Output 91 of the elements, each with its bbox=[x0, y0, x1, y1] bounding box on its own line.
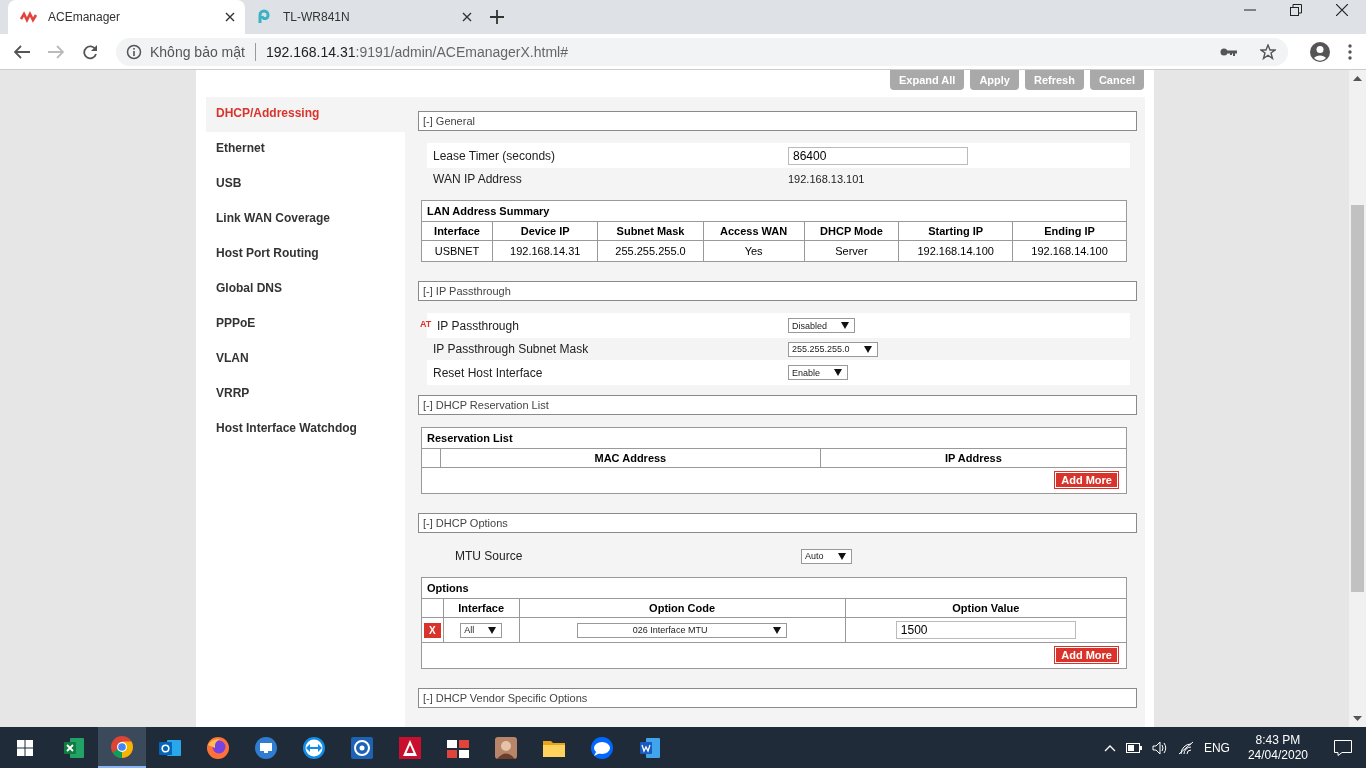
scroll-down-icon[interactable] bbox=[1353, 716, 1362, 721]
table-cell: 192.168.14.100 bbox=[898, 240, 1013, 262]
field-label: Reset Host Interface bbox=[433, 365, 543, 380]
field-label: MTU Source bbox=[455, 549, 523, 563]
mode-label: AT bbox=[420, 318, 433, 329]
caret-icon bbox=[837, 552, 846, 560]
column-header: DHCP Mode bbox=[804, 221, 899, 241]
chevron-up-icon[interactable] bbox=[1103, 743, 1116, 752]
security-label[interactable]: Không bảo mật bbox=[150, 43, 245, 60]
clock-time[interactable]: 8:43 PM bbox=[1255, 732, 1301, 748]
table-cell: Server bbox=[804, 240, 899, 262]
info-icon[interactable] bbox=[126, 43, 142, 60]
column-header: Option Code bbox=[519, 598, 846, 618]
table-cell: 255.255.255.0 bbox=[597, 240, 704, 262]
browser-tab[interactable]: ACEmanager bbox=[8, 0, 245, 34]
clock-date[interactable]: 24/04/2020 bbox=[1247, 747, 1308, 763]
browser-icon bbox=[110, 734, 134, 759]
caret-icon bbox=[863, 345, 872, 353]
arrows-icon bbox=[302, 735, 326, 760]
field-value: 192.168.13.101 bbox=[788, 173, 865, 185]
globe-icon bbox=[206, 735, 230, 760]
text-field[interactable]: 1500 bbox=[895, 621, 1076, 639]
column-header: Access WAN bbox=[703, 221, 805, 241]
section-header[interactable]: [-] IP Passthrough bbox=[418, 281, 1137, 301]
avatar-icon bbox=[494, 735, 518, 760]
windows-start-icon[interactable] bbox=[17, 739, 33, 756]
column-header: Starting IP bbox=[898, 221, 1013, 241]
star-icon[interactable] bbox=[1260, 43, 1276, 60]
add-more-button[interactable]: Add More bbox=[1055, 472, 1118, 488]
add-more-button[interactable]: Add More bbox=[1055, 647, 1118, 663]
table-title: Reservation List bbox=[421, 427, 1127, 449]
section-header[interactable]: [-] General bbox=[418, 111, 1137, 131]
sidebar-item[interactable]: DHCP/Addressing bbox=[206, 97, 405, 132]
back-icon[interactable] bbox=[14, 44, 30, 59]
close-icon[interactable] bbox=[1336, 4, 1348, 16]
table-cell: 192.168.14.100 bbox=[1012, 240, 1127, 262]
url-text[interactable]: 192.168.14.31:9191/admin/ACEmanagerX.html# bbox=[265, 43, 568, 60]
text-field[interactable]: 86400 bbox=[788, 146, 968, 165]
delete-button[interactable]: X bbox=[424, 622, 441, 638]
scroll-up-icon[interactable] bbox=[1353, 76, 1362, 81]
menu-icon[interactable] bbox=[1348, 43, 1352, 60]
volume-icon[interactable] bbox=[1151, 740, 1168, 755]
table-cell: Yes bbox=[703, 240, 805, 262]
column-header: Device IP bbox=[492, 221, 598, 241]
battery-icon[interactable] bbox=[1125, 742, 1142, 753]
close-icon[interactable] bbox=[225, 12, 235, 22]
field-label: IP Passthrough bbox=[437, 318, 519, 333]
column-header: Interface bbox=[421, 221, 493, 241]
close-icon[interactable] bbox=[462, 12, 472, 22]
section-header[interactable]: [-] DHCP Vendor Specific Options bbox=[418, 688, 1137, 708]
column-header: Ending IP bbox=[1012, 221, 1127, 241]
table-title: Options bbox=[421, 577, 1127, 599]
column-header: Interface bbox=[443, 598, 520, 618]
caret-icon bbox=[488, 626, 497, 634]
document-icon bbox=[638, 735, 662, 760]
reload-icon[interactable] bbox=[82, 43, 98, 60]
scrollbar-thumb[interactable] bbox=[1351, 205, 1364, 592]
app-icon bbox=[350, 735, 374, 760]
key-icon[interactable] bbox=[1220, 46, 1238, 57]
table-cell: USBNET bbox=[421, 240, 493, 262]
caret-icon bbox=[841, 322, 850, 329]
column-header: MAC Address bbox=[440, 448, 821, 468]
field-label: Lease Timer (seconds) bbox=[433, 148, 556, 163]
browser-tab[interactable]: TL-WR841N bbox=[245, 0, 482, 34]
dropdown[interactable]: Enable bbox=[788, 365, 849, 380]
caret-icon bbox=[834, 369, 843, 376]
language-indicator[interactable]: ENG bbox=[1203, 740, 1230, 755]
caret-icon bbox=[773, 626, 782, 634]
chat-icon bbox=[590, 735, 614, 760]
field-label: WAN IP Address bbox=[433, 172, 522, 186]
dropdown[interactable]: 255.255.255.0 bbox=[788, 341, 878, 357]
table-title: LAN Address Summary bbox=[421, 200, 1127, 222]
account-icon[interactable] bbox=[1310, 41, 1330, 62]
restore-icon[interactable] bbox=[1290, 4, 1302, 16]
column-header: IP Address bbox=[820, 448, 1127, 468]
dropdown[interactable]: Auto bbox=[801, 548, 852, 564]
column-header: Option Value bbox=[845, 598, 1127, 618]
wave-icon bbox=[20, 11, 38, 23]
dropdown[interactable]: 026 Interface MTU bbox=[577, 622, 788, 638]
spreadsheet-icon bbox=[62, 735, 86, 760]
table-cell: 192.168.14.31 bbox=[492, 240, 598, 262]
column-header: Subnet Mask bbox=[597, 221, 704, 241]
section-header[interactable]: [-] DHCP Options bbox=[418, 513, 1137, 533]
monitor-icon bbox=[254, 735, 278, 760]
plus-icon[interactable] bbox=[490, 10, 504, 24]
notification-icon[interactable] bbox=[1334, 739, 1352, 756]
wifi-icon[interactable] bbox=[1177, 740, 1194, 755]
section-header[interactable]: [-] DHCP Reservation List bbox=[418, 395, 1137, 415]
dropdown[interactable]: Disabled bbox=[788, 318, 856, 333]
dropdown[interactable]: All bbox=[460, 622, 503, 638]
field-label: IP Passthrough Subnet Mask bbox=[433, 342, 589, 356]
